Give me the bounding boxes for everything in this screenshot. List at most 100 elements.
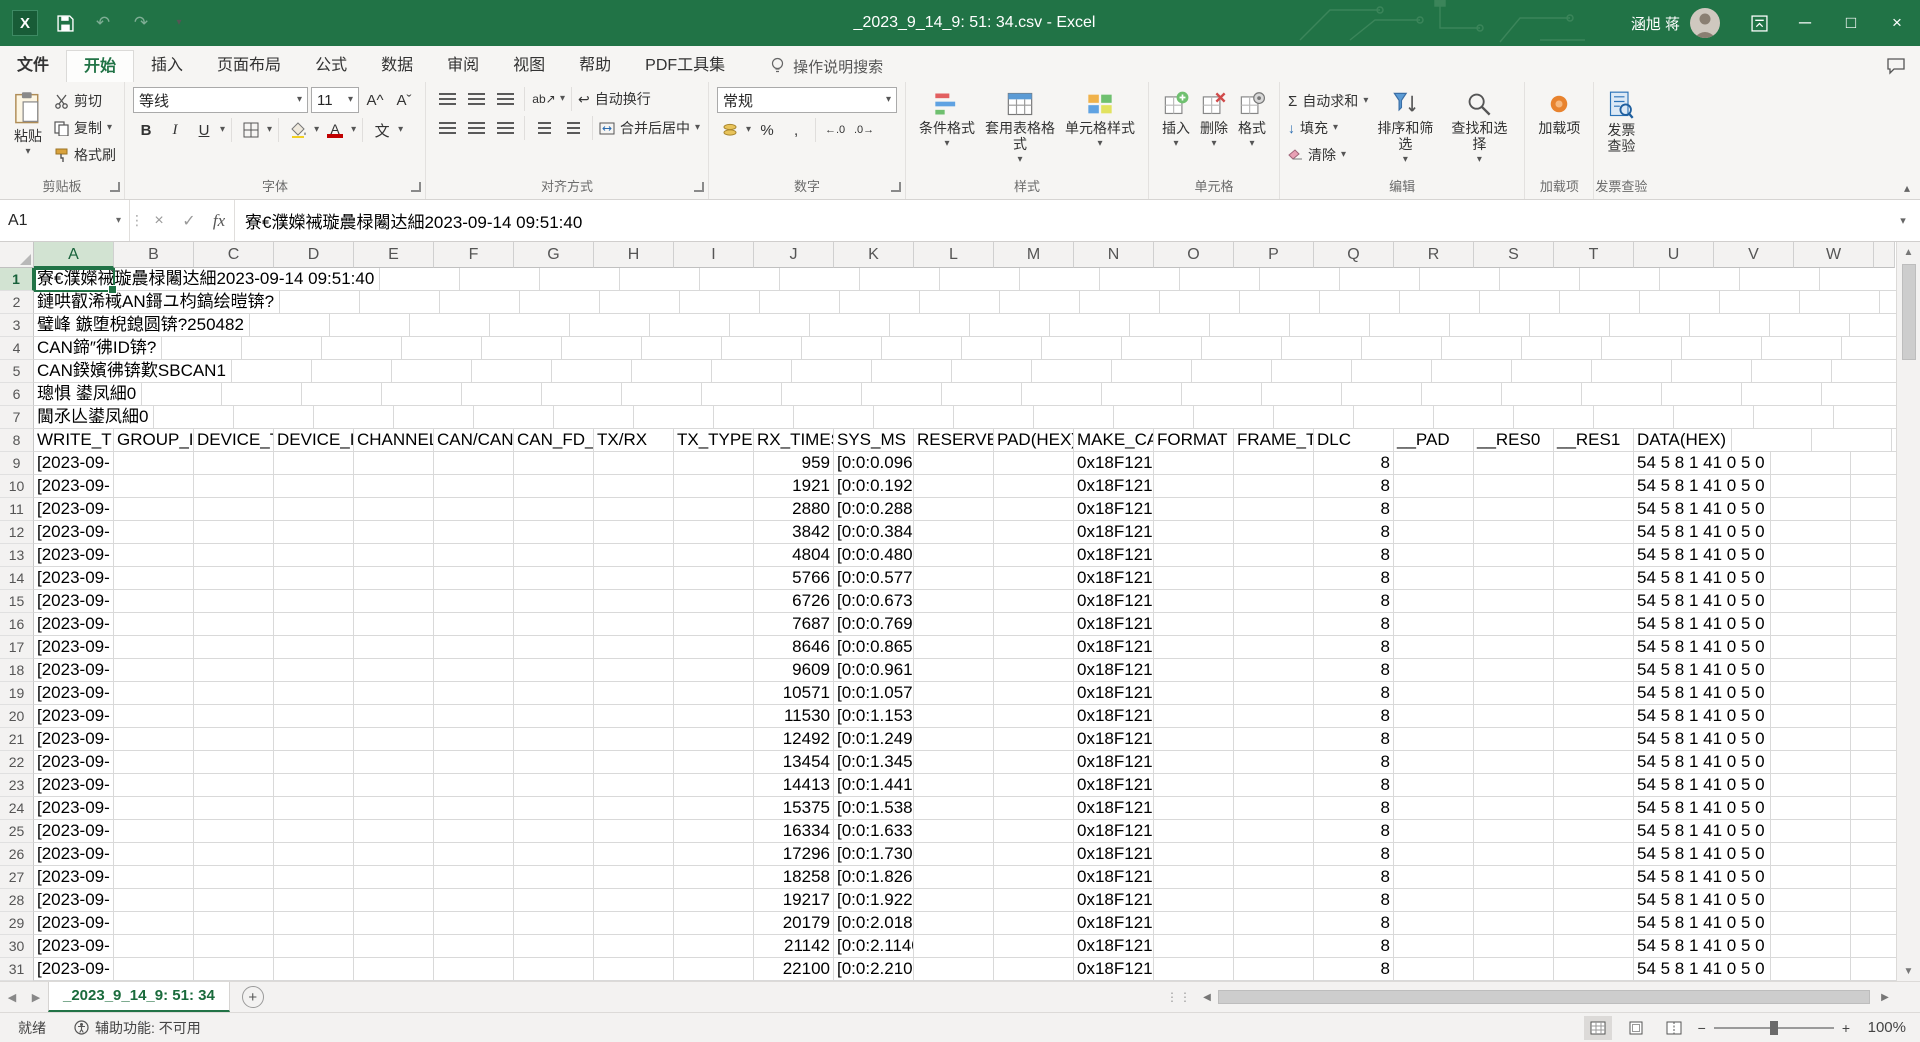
cell-V4[interactable] xyxy=(1762,337,1842,360)
cell-G24[interactable] xyxy=(514,797,594,820)
cell-W6[interactable] xyxy=(1822,383,1896,406)
cell-R31[interactable] xyxy=(1394,958,1474,981)
cell-B7[interactable] xyxy=(154,406,234,429)
cell-L16[interactable] xyxy=(914,613,994,636)
cell-R27[interactable] xyxy=(1394,866,1474,889)
cell-O9[interactable] xyxy=(1154,452,1234,475)
cell-M24[interactable] xyxy=(994,797,1074,820)
cell-O24[interactable] xyxy=(1154,797,1234,820)
cell-L27[interactable] xyxy=(914,866,994,889)
previous-sheet-button[interactable]: ◀ xyxy=(0,991,24,1004)
cell-M14[interactable] xyxy=(994,567,1074,590)
cell-D17[interactable] xyxy=(274,636,354,659)
cell-J18[interactable]: 9609 xyxy=(754,659,834,682)
cell-I6[interactable] xyxy=(702,383,782,406)
cell-E20[interactable] xyxy=(354,705,434,728)
cell-A27[interactable]: [2023-09- xyxy=(34,866,114,889)
cell-B24[interactable] xyxy=(114,797,194,820)
cell-T2[interactable] xyxy=(1720,291,1800,314)
cell-J9[interactable]: 959 xyxy=(754,452,834,475)
cell-U30[interactable]: 54 5 8 1 41 0 5 0 xyxy=(1634,935,1771,958)
percent-style-button[interactable]: % xyxy=(754,118,780,142)
cell-J15[interactable]: 6726 xyxy=(754,590,834,613)
number-format-select[interactable]: 常规 ▾ xyxy=(717,87,897,113)
cell-Q8[interactable]: DLC xyxy=(1314,429,1394,452)
align-bottom-button[interactable] xyxy=(492,87,518,111)
cell-E24[interactable] xyxy=(354,797,434,820)
cell-L3[interactable] xyxy=(1050,314,1130,337)
cell-Q9[interactable]: 8 xyxy=(1314,452,1394,475)
cancel-entry-button[interactable]: × xyxy=(144,200,174,241)
cell-S22[interactable] xyxy=(1474,751,1554,774)
cell-T1[interactable] xyxy=(1820,268,1896,291)
cell-N14[interactable]: 0x18F121E xyxy=(1074,567,1154,590)
cell-P18[interactable] xyxy=(1234,659,1314,682)
cell-K17[interactable]: [0:0:0.8650 xyxy=(834,636,914,659)
cell-S8[interactable]: __RES0 xyxy=(1474,429,1554,452)
cell-I18[interactable] xyxy=(674,659,754,682)
cell-W7[interactable] xyxy=(1834,406,1896,429)
cell-L20[interactable] xyxy=(914,705,994,728)
cell-S16[interactable] xyxy=(1474,613,1554,636)
cell-G1[interactable] xyxy=(780,268,860,291)
cell-D30[interactable] xyxy=(274,935,354,958)
cell-P11[interactable] xyxy=(1234,498,1314,521)
cell-C17[interactable] xyxy=(194,636,274,659)
cell-O25[interactable] xyxy=(1154,820,1234,843)
tab-review[interactable]: 审阅 xyxy=(430,50,496,82)
cell-B11[interactable] xyxy=(114,498,194,521)
cell-N29[interactable]: 0x18F121E xyxy=(1074,912,1154,935)
cell-K7[interactable] xyxy=(874,406,954,429)
cell-I8[interactable]: TX_TYPE xyxy=(674,429,754,452)
row-header-19[interactable]: 19 xyxy=(0,682,34,705)
cell-K20[interactable]: [0:0:1.1530 xyxy=(834,705,914,728)
row-header-20[interactable]: 20 xyxy=(0,705,34,728)
cell-D8[interactable]: DEVICE_ID xyxy=(274,429,354,452)
cell-F24[interactable] xyxy=(434,797,514,820)
cell-L26[interactable] xyxy=(914,843,994,866)
cell-A14[interactable]: [2023-09- xyxy=(34,567,114,590)
cell-N30[interactable]: 0x18F121E xyxy=(1074,935,1154,958)
cell-N1[interactable] xyxy=(1340,268,1420,291)
cell-B20[interactable] xyxy=(114,705,194,728)
cell-T29[interactable] xyxy=(1554,912,1634,935)
cell-Q28[interactable]: 8 xyxy=(1314,889,1394,912)
cell-R25[interactable] xyxy=(1394,820,1474,843)
cell-J23[interactable]: 14413 xyxy=(754,774,834,797)
cell-R28[interactable] xyxy=(1394,889,1474,912)
cell-Q21[interactable]: 8 xyxy=(1314,728,1394,751)
cell-M23[interactable] xyxy=(994,774,1074,797)
cell-P8[interactable]: FRAME_TY xyxy=(1234,429,1314,452)
cell-F9[interactable] xyxy=(434,452,514,475)
cell-J26[interactable]: 17296 xyxy=(754,843,834,866)
column-header-Q[interactable]: Q xyxy=(1314,242,1394,268)
cell-C29[interactable] xyxy=(194,912,274,935)
cell-I13[interactable] xyxy=(674,544,754,567)
cell-H7[interactable] xyxy=(634,406,714,429)
cell-P10[interactable] xyxy=(1234,475,1314,498)
cell-R11[interactable] xyxy=(1394,498,1474,521)
cell-N21[interactable]: 0x18F121E xyxy=(1074,728,1154,751)
cell-S11[interactable] xyxy=(1474,498,1554,521)
cell-R13[interactable] xyxy=(1394,544,1474,567)
format-painter-button[interactable]: 格式刷 xyxy=(54,143,116,167)
cell-H28[interactable] xyxy=(594,889,674,912)
cell-R16[interactable] xyxy=(1394,613,1474,636)
cell-E3[interactable] xyxy=(490,314,570,337)
cell-V17[interactable] xyxy=(1771,636,1851,659)
cell-L28[interactable] xyxy=(914,889,994,912)
chevron-down-icon[interactable]: ▾ xyxy=(314,125,319,135)
cell-C3[interactable] xyxy=(330,314,410,337)
cell-S10[interactable] xyxy=(1474,475,1554,498)
cell-B12[interactable] xyxy=(114,521,194,544)
avatar[interactable] xyxy=(1690,8,1720,38)
cell-G18[interactable] xyxy=(514,659,594,682)
cell-V7[interactable] xyxy=(1754,406,1834,429)
cell-F6[interactable] xyxy=(462,383,542,406)
cell-F1[interactable] xyxy=(700,268,780,291)
chevron-down-icon[interactable]: ▾ xyxy=(220,125,225,135)
cell-D13[interactable] xyxy=(274,544,354,567)
cell-M20[interactable] xyxy=(994,705,1074,728)
row-header-13[interactable]: 13 xyxy=(0,544,34,567)
cell-P26[interactable] xyxy=(1234,843,1314,866)
